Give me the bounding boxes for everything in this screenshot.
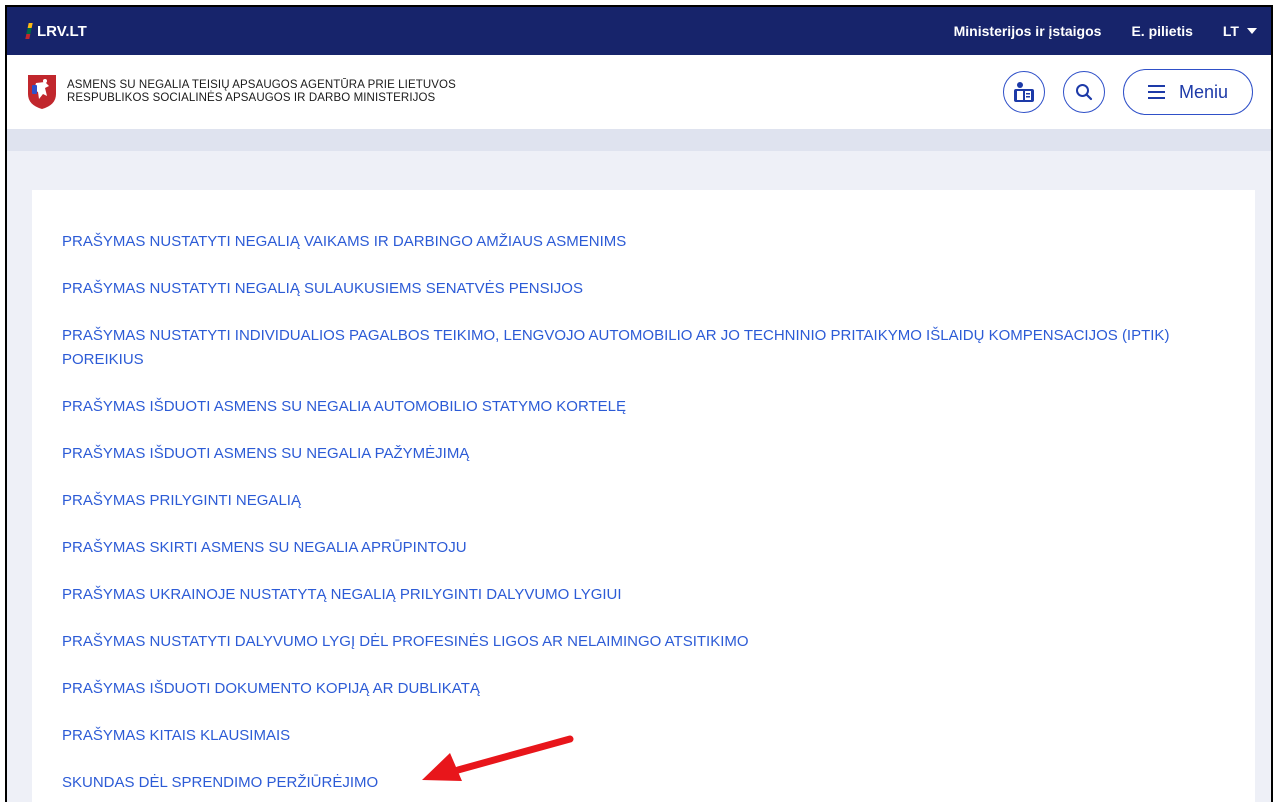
coat-of-arms-icon [28,75,56,109]
easy-read-icon [1014,82,1034,102]
list-item: PRAŠYMAS IŠDUOTI ASMENS SU NEGALIA AUTOM… [62,395,1232,419]
lrv-brand-link[interactable]: LRV.LT [25,22,87,40]
language-selector[interactable]: LT [1223,23,1257,39]
list-item: PRAŠYMAS NUSTATYTI INDIVIDUALIOS PAGALBO… [62,324,1232,372]
list-item: SKUNDAS DĖL SPRENDIMO PERŽIŪRĖJIMO [62,771,1232,795]
link-disability-certificate[interactable]: PRAŠYMAS IŠDUOTI ASMENS SU NEGALIA PAŽYM… [62,442,1232,466]
list-item: PRAŠYMAS IŠDUOTI DOKUMENTO KOPIJĄ AR DUB… [62,677,1232,701]
agency-name-line2: RESPUBLIKOS SOCIALINĖS APSAUGOS IR DARBO… [67,92,436,104]
link-decision-review-complaint[interactable]: SKUNDAS DĖL SPRENDIMO PERŽIŪRĖJIMO [62,771,1232,795]
link-document-copy[interactable]: PRAŠYMAS IŠDUOTI DOKUMENTO KOPIJĄ AR DUB… [62,677,1232,701]
link-iptik-needs[interactable]: PRAŠYMAS NUSTATYTI INDIVIDUALIOS PAGALBO… [62,324,1232,372]
search-button[interactable] [1063,71,1105,113]
browser-viewport: LRV.LT Ministerijos ir įstaigos E. pilie… [5,5,1273,802]
nav-e-citizen-link[interactable]: E. pilietis [1131,23,1192,39]
search-icon [1076,84,1093,101]
link-disability-children-working-age[interactable]: PRAŠYMAS NUSTATYTI NEGALIĄ VAIKAMS IR DA… [62,230,1232,254]
content-card: PRAŠYMAS NUSTATYTI NEGALIĄ VAIKAMS IR DA… [32,190,1255,802]
header-divider [7,129,1271,151]
list-item: PRAŠYMAS NUSTATYTI NEGALIĄ SULAUKUSIEMS … [62,277,1232,301]
link-caregiver[interactable]: PRAŠYMAS SKIRTI ASMENS SU NEGALIA APRŪPI… [62,536,1232,560]
agency-name-line1: ASMENS SU NEGALIA TEISIŲ APSAUGOS AGENTŪ… [67,79,456,91]
caret-down-icon [1247,28,1257,34]
list-item: PRAŠYMAS KITAIS KLAUSIMAIS [62,724,1232,748]
link-disability-pensioners[interactable]: PRAŠYMAS NUSTATYTI NEGALIĄ SULAUKUSIEMS … [62,277,1232,301]
red-arrow-annotation [422,735,574,781]
easy-read-button[interactable] [1003,71,1045,113]
agency-logo-link[interactable]: ASMENS SU NEGALIA TEISIŲ APSAUGOS AGENTŪ… [27,74,456,110]
link-parking-card[interactable]: PRAŠYMAS IŠDUOTI ASMENS SU NEGALIA AUTOM… [62,395,1232,419]
list-item: PRAŠYMAS NUSTATYTI NEGALIĄ VAIKAMS IR DA… [62,230,1232,254]
list-item: PRAŠYMAS UKRAINOJE NUSTATYTĄ NEGALIĄ PRI… [62,583,1232,607]
link-occupational-disease[interactable]: PRAŠYMAS NUSTATYTI DALYVUMO LYGĮ DĖL PRO… [62,630,1232,654]
brand-label: LRV.LT [37,22,87,40]
nav-ministries-link[interactable]: Ministerijos ir įstaigos [954,23,1102,39]
list-item: PRAŠYMAS NUSTATYTI DALYVUMO LYGĮ DĖL PRO… [62,630,1232,654]
menu-button[interactable]: Meniu [1123,69,1253,115]
agency-name: ASMENS SU NEGALIA TEISIŲ APSAUGOS AGENTŪ… [67,79,456,105]
top-nav: Ministerijos ir įstaigos E. pilietis LT [954,23,1257,39]
application-links-list: PRAŠYMAS NUSTATYTI NEGALIĄ VAIKAMS IR DA… [62,230,1232,795]
link-other-questions[interactable]: PRAŠYMAS KITAIS KLAUSIMAIS [62,724,1232,748]
header-actions: Meniu [1003,69,1253,115]
site-header: ASMENS SU NEGALIA TEISIŲ APSAUGOS AGENTŪ… [7,55,1271,129]
list-item: PRAŠYMAS PRILYGINTI NEGALIĄ [62,489,1232,513]
link-equate-disability[interactable]: PRAŠYMAS PRILYGINTI NEGALIĄ [62,489,1232,513]
top-bar: LRV.LT Ministerijos ir įstaigos E. pilie… [7,7,1271,55]
lithuanian-flag-icon [25,23,33,39]
language-label: LT [1222,23,1239,39]
menu-label: Meniu [1178,81,1229,102]
list-item: PRAŠYMAS SKIRTI ASMENS SU NEGALIA APRŪPI… [62,536,1232,560]
menu-icon [1147,85,1165,99]
list-item: PRAŠYMAS IŠDUOTI ASMENS SU NEGALIA PAŽYM… [62,442,1232,466]
link-ukraine-disability[interactable]: PRAŠYMAS UKRAINOJE NUSTATYTĄ NEGALIĄ PRI… [62,583,1232,607]
